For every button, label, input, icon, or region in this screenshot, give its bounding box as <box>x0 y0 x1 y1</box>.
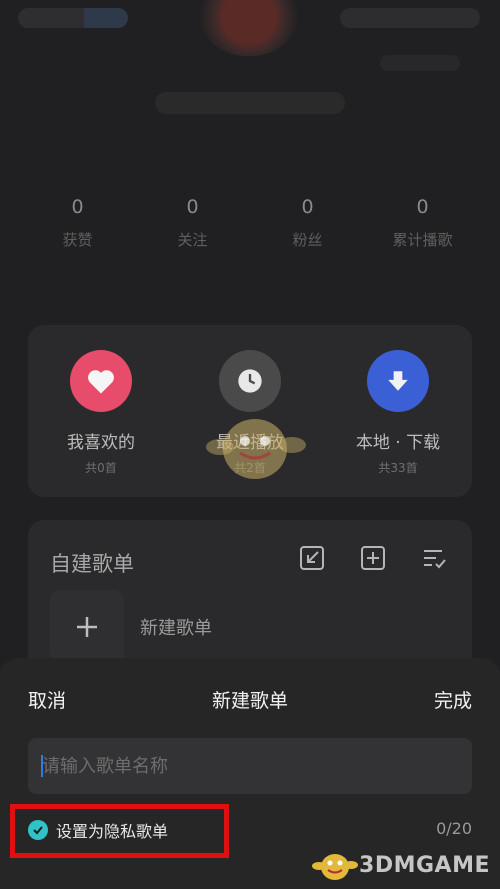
playlist-name-input[interactable] <box>28 738 472 794</box>
playlist-card: 自建歌单 新建歌单 <box>28 520 472 680</box>
text-cursor <box>41 755 43 777</box>
stat-likes[interactable]: 0 获赞 <box>20 195 135 255</box>
username-blur <box>155 92 345 114</box>
quick-sub: 共0首 <box>85 461 117 475</box>
mascot-watermark-icon <box>206 419 306 479</box>
header-tag-blur <box>380 55 460 71</box>
stat-value: 0 <box>186 196 199 218</box>
stat-following[interactable]: 0 关注 <box>135 195 250 255</box>
quick-sub: 共33首 <box>378 461 418 475</box>
char-counter: 0/20 <box>436 819 472 838</box>
quick-local-download[interactable]: 本地 · 下载 共33首 <box>328 350 468 476</box>
mascot-logo-icon <box>312 854 359 880</box>
playlist-section-title: 自建歌单 <box>50 552 134 576</box>
new-playlist-row[interactable]: 新建歌单 <box>50 590 212 664</box>
add-playlist-icon[interactable] <box>359 544 387 572</box>
stat-label: 关注 <box>177 231 208 249</box>
sheet-title: 新建歌单 <box>211 690 288 712</box>
annotation-highlight-box <box>10 804 229 858</box>
sheet-header: 取消 新建歌单 完成 <box>0 686 500 716</box>
stat-label: 累计播歌 <box>392 231 453 249</box>
heart-icon <box>70 350 132 412</box>
stats-row: 0 获赞 0 关注 0 粉丝 0 累计播歌 <box>20 195 480 255</box>
import-icon[interactable] <box>298 544 326 572</box>
quick-title: 我喜欢的 <box>67 433 135 453</box>
header-left-blur <box>18 8 128 28</box>
header-right-blur <box>340 8 480 28</box>
quick-favorites[interactable]: 我喜欢的 共0首 <box>31 350 171 476</box>
cancel-button[interactable]: 取消 <box>28 686 66 713</box>
plus-icon <box>50 590 124 664</box>
watermark-text: 3DMGAME <box>359 852 490 878</box>
manage-list-icon[interactable] <box>420 544 448 572</box>
quick-title: 本地 · 下载 <box>355 433 441 453</box>
stat-label: 粉丝 <box>292 231 323 249</box>
done-button[interactable]: 完成 <box>434 686 472 713</box>
stat-value: 0 <box>301 196 314 218</box>
clock-icon <box>219 350 281 412</box>
new-playlist-label: 新建歌单 <box>140 618 212 639</box>
stat-plays[interactable]: 0 累计播歌 <box>365 195 480 255</box>
stat-label: 获赞 <box>62 231 93 249</box>
stat-value: 0 <box>71 196 84 218</box>
site-watermark: 3DMGAME <box>311 847 490 883</box>
download-icon <box>367 350 429 412</box>
stat-value: 0 <box>416 196 429 218</box>
stat-followers[interactable]: 0 粉丝 <box>250 195 365 255</box>
